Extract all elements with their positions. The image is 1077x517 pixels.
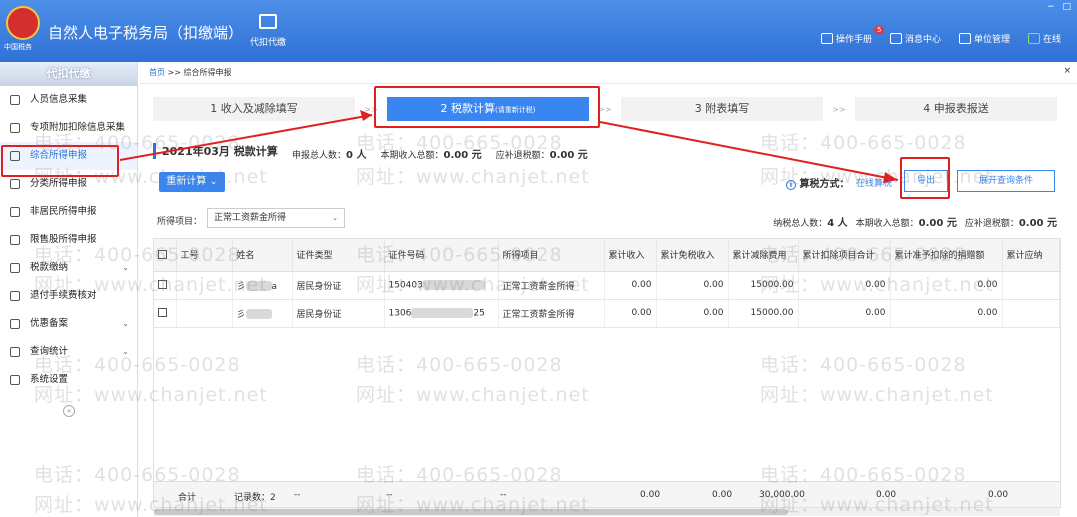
arrow-head [360, 110, 372, 121]
arrow-head [883, 172, 898, 183]
annotation-arrows [119, 110, 899, 183]
arrow-line [119, 114, 373, 161]
arrow-line [599, 121, 899, 181]
